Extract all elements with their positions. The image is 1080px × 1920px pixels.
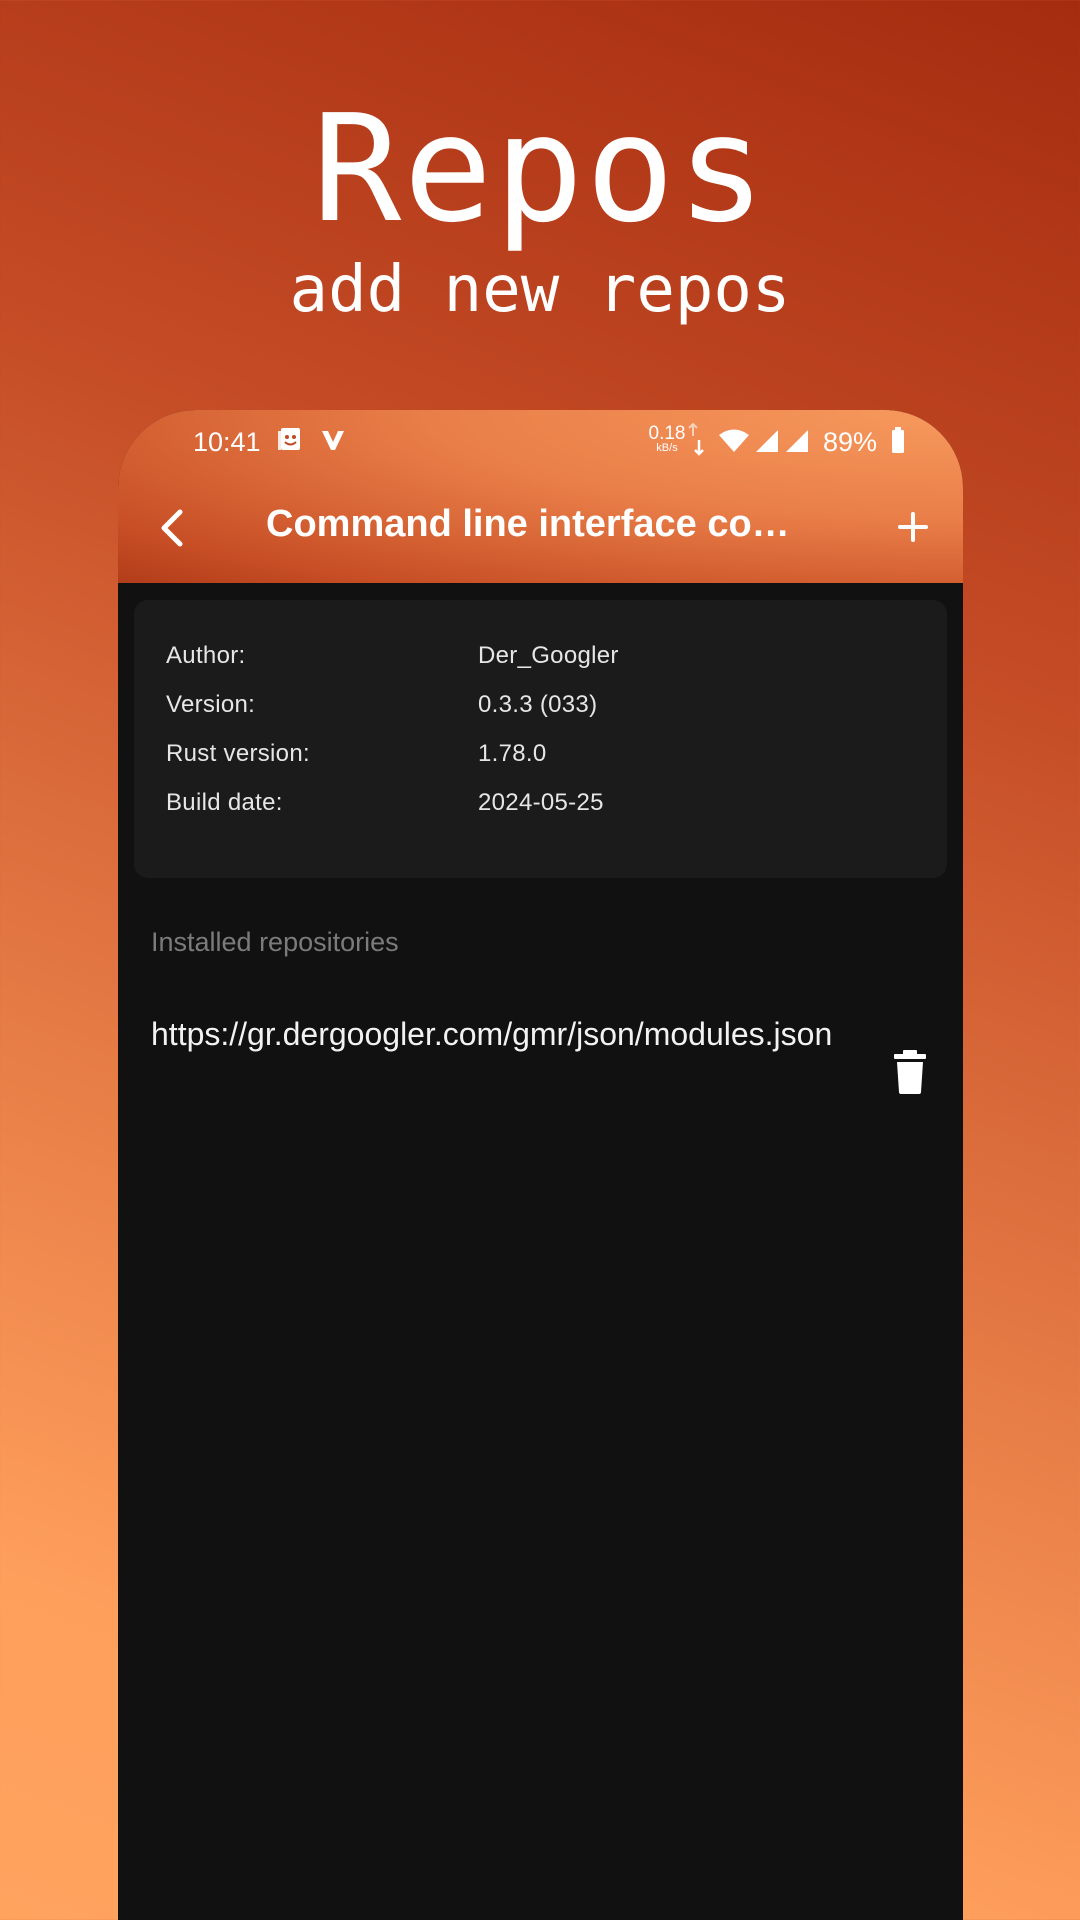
info-value: 1.78.0 [478, 740, 547, 767]
info-value: 0.3.3 (033) [478, 691, 598, 718]
info-row-build-date: Build date: 2024-05-25 [166, 789, 926, 825]
info-value: 2024-05-25 [478, 789, 604, 816]
repository-url: https://gr.dergoogler.com/gmr/json/modul… [151, 1016, 833, 1052]
info-label: Author: [166, 642, 246, 669]
repository-list-item[interactable]: https://gr.dergoogler.com/gmr/json/modul… [118, 1010, 963, 1135]
trash-icon[interactable] [886, 1046, 934, 1098]
info-row-author: Author: Der_Googler [166, 642, 926, 678]
vivaldi-icon [322, 431, 344, 450]
info-label: Build date: [166, 789, 283, 816]
phone-screen: 10:41 0.18 kB/s 89% Command line interfa… [118, 410, 963, 1920]
plus-icon[interactable] [888, 502, 938, 552]
promo-title: Repos [312, 83, 768, 255]
notification-icon [278, 428, 300, 450]
info-label: Version: [166, 691, 256, 718]
section-header-installed-repositories: Installed repositories [151, 927, 399, 957]
data-transfer-icon [688, 422, 704, 456]
page-title: Command line interface co… [266, 503, 790, 545]
info-value: Der_Googler [478, 642, 619, 669]
info-row-rust-version: Rust version: 1.78.0 [166, 740, 926, 776]
net-speed-unit: kB/s [656, 442, 678, 454]
wifi-icon [719, 429, 749, 452]
toolbar: Command line interface co… [118, 472, 963, 583]
app-bar: 10:41 0.18 kB/s 89% Command line interfa… [118, 410, 963, 583]
cell-signal-icon [786, 430, 808, 452]
status-time: 10:41 [193, 427, 261, 457]
info-row-version: Version: 0.3.3 (033) [166, 691, 926, 727]
battery-icon [892, 427, 904, 453]
back-icon[interactable] [148, 500, 198, 556]
promo-subtitle: add new repos [289, 253, 791, 327]
module-info-card: Author: Der_Googler Version: 0.3.3 (033)… [134, 600, 947, 878]
net-speed-value: 0.18 [648, 423, 686, 444]
battery-percent: 89% [823, 427, 878, 457]
status-bar: 10:41 0.18 kB/s 89% [118, 410, 963, 472]
net-speed: 0.18 kB/s [646, 424, 688, 454]
info-label: Rust version: [166, 740, 310, 767]
cell-signal-icon [756, 430, 778, 452]
